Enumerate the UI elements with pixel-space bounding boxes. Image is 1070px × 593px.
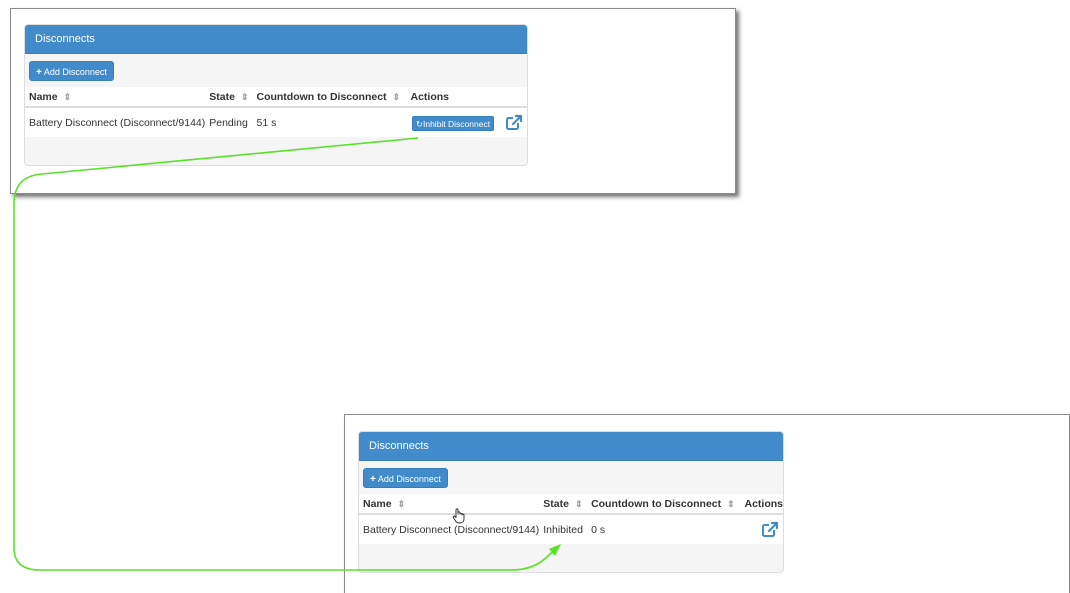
column-header-countdown[interactable]: Countdown to Disconnect ⇕ — [587, 494, 741, 515]
table-header-row: Name ⇕ State ⇕ Countdown to Disconnect ⇕ Ac… — [359, 494, 783, 515]
table-row: Battery Disconnect (Disconnect/9144) Inh… — [359, 514, 783, 544]
table-row: Battery Disconnect (Disconnect/9144) Pen… — [25, 107, 527, 137]
row-name: Battery Disconnect (Disconnect/9144) — [359, 514, 540, 544]
add-disconnect-label: Add Disconnect — [377, 474, 441, 484]
table-header-row: Name ⇕ State ⇕ Countdown to Disconnect ⇕ Ac… — [25, 87, 527, 108]
screenshot-before: Disconnects + Add Disconnect Name ⇕ State ⇕… — [10, 8, 736, 194]
add-disconnect-button[interactable]: + Add Disconnect — [29, 61, 114, 81]
column-header-name[interactable]: Name ⇕ — [359, 494, 540, 515]
hand-cursor-icon — [452, 508, 465, 524]
row-state: Inhibited — [539, 514, 588, 544]
column-header-name[interactable]: Name ⇕ — [25, 87, 206, 108]
row-actions — [740, 514, 783, 544]
column-header-state[interactable]: State ⇕ — [539, 494, 588, 515]
panel-toolbar: + Add Disconnect — [25, 54, 527, 84]
row-state: Pending — [205, 107, 253, 137]
add-disconnect-label: Add Disconnect — [43, 67, 107, 77]
sort-icon[interactable]: ⇕ — [575, 499, 583, 509]
sort-icon[interactable]: ⇕ — [241, 92, 249, 102]
plus-icon: + — [370, 474, 376, 485]
screenshot-after: Disconnects + Add Disconnect Name ⇕ State ⇕… — [344, 414, 1070, 593]
external-link-icon[interactable] — [505, 114, 523, 132]
column-header-actions: Actions — [740, 494, 783, 515]
column-header-countdown[interactable]: Countdown to Disconnect ⇕ — [252, 87, 407, 108]
sort-icon[interactable]: ⇕ — [398, 499, 406, 509]
column-header-state[interactable]: State ⇕ — [205, 87, 253, 108]
sort-icon[interactable]: ⇕ — [393, 92, 401, 102]
row-countdown: 0 s — [587, 514, 741, 544]
row-name: Battery Disconnect (Disconnect/9144) — [25, 107, 206, 137]
sort-icon[interactable]: ⇕ — [64, 92, 72, 102]
panel-title: Disconnects — [25, 25, 527, 54]
row-actions: ↻Inhibit Disconnect — [406, 107, 527, 137]
plus-icon: + — [36, 67, 42, 78]
sort-icon[interactable]: ⇕ — [727, 499, 735, 509]
panel-title: Disconnects — [359, 432, 783, 461]
inhibit-disconnect-button[interactable]: ↻Inhibit Disconnect — [411, 115, 495, 131]
disconnects-panel: Disconnects + Add Disconnect Name ⇕ State ⇕… — [24, 24, 528, 166]
disconnects-panel: Disconnects + Add Disconnect Name ⇕ State ⇕… — [358, 431, 784, 573]
panel-toolbar: + Add Disconnect — [359, 461, 783, 491]
disconnects-table: Name ⇕ State ⇕ Countdown to Disconnect ⇕ Ac… — [359, 494, 783, 544]
row-countdown: 51 s — [252, 107, 407, 137]
refresh-icon: ↻ — [415, 118, 423, 129]
column-header-actions: Actions — [406, 87, 527, 108]
add-disconnect-button[interactable]: + Add Disconnect — [363, 468, 448, 488]
external-link-icon[interactable] — [761, 521, 779, 539]
disconnects-table: Name ⇕ State ⇕ Countdown to Disconnect ⇕ Ac… — [25, 87, 527, 137]
inhibit-disconnect-label: Inhibit Disconnect — [422, 118, 491, 129]
